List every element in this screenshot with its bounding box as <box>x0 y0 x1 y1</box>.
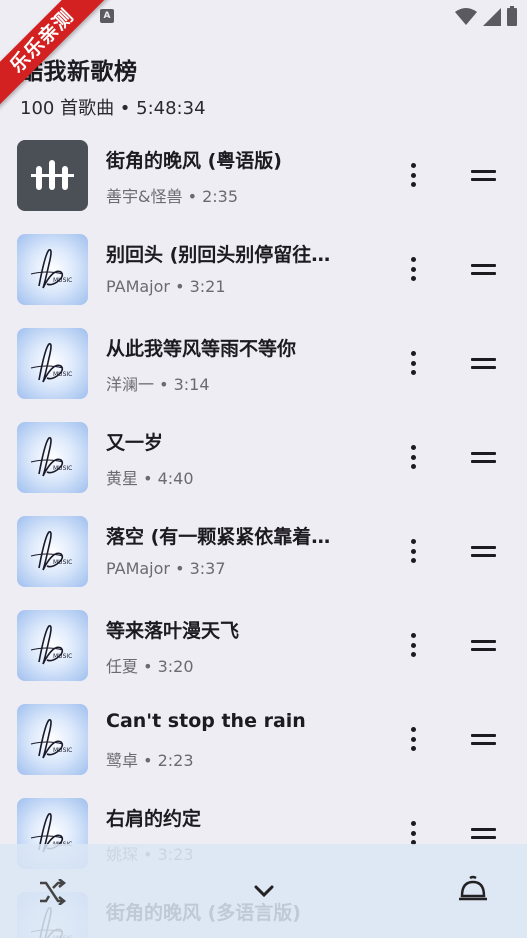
song-list: 街角的晚风 (粤语版) 善宇&怪兽 • 2:35 MUSIC 别回头 (别回头别停留往… <box>0 128 527 938</box>
album-cover: MUSIC <box>17 328 88 399</box>
drag-handle-icon[interactable] <box>471 452 496 463</box>
song-row[interactable]: MUSIC 别回头 (别回头别停留往… PAMajor • 3:21 <box>0 222 527 316</box>
album-cover: MUSIC <box>17 422 88 493</box>
drag-handle-icon[interactable] <box>471 170 496 181</box>
more-options-icon[interactable] <box>402 348 424 378</box>
equalizer-icon <box>31 160 74 190</box>
battery-icon <box>507 6 517 26</box>
song-title: 从此我等风等雨不等你 <box>106 338 297 360</box>
playlist-title: 酷我新歌榜 <box>20 59 138 85</box>
song-meta: PAMajor • 3:37 <box>106 559 226 578</box>
song-meta: 任夏 • 3:20 <box>106 657 194 676</box>
more-options-icon[interactable] <box>402 254 424 284</box>
more-options-icon[interactable] <box>402 630 424 660</box>
song-row[interactable]: MUSIC Can't stop the rain 鹭卓 • 2:23 <box>0 692 527 786</box>
drag-handle-icon[interactable] <box>471 358 496 369</box>
playlist-subtitle: 100 首歌曲 • 5:48:34 <box>20 98 206 119</box>
more-options-icon[interactable] <box>402 536 424 566</box>
cover-text: MUSIC <box>53 559 72 566</box>
bottom-player-bar <box>0 844 527 938</box>
wifi-icon <box>455 8 477 25</box>
song-row[interactable]: MUSIC 又一岁黄星 • 4:40 <box>0 410 527 504</box>
music-logo-icon: MUSIC <box>30 718 72 759</box>
cover-text: MUSIC <box>53 747 72 754</box>
song-title: 又一岁 <box>106 432 164 454</box>
drag-handle-icon[interactable] <box>471 640 496 651</box>
more-options-icon[interactable] <box>402 442 424 472</box>
cover-text: MUSIC <box>53 465 72 472</box>
song-meta: 黄星 • 4:40 <box>106 469 194 488</box>
song-meta: 善宇&怪兽 • 2:35 <box>106 187 239 206</box>
more-options-icon[interactable] <box>402 724 424 754</box>
song-title: 街角的晚风 (粤语版) <box>106 150 282 172</box>
cover-text: MUSIC <box>53 653 72 660</box>
music-logo-icon: MUSIC <box>30 624 72 665</box>
notification-a-icon: A <box>100 9 114 23</box>
drag-handle-icon[interactable] <box>471 264 496 275</box>
cover-text: MUSIC <box>53 371 72 378</box>
song-meta: PAMajor • 3:21 <box>106 277 226 296</box>
now-playing-cover <box>17 140 88 211</box>
music-logo-icon: MUSIC <box>30 436 72 477</box>
drag-handle-icon[interactable] <box>471 828 496 839</box>
song-row[interactable]: 街角的晚风 (粤语版) 善宇&怪兽 • 2:35 <box>0 128 527 222</box>
song-meta: 洋澜一 • 3:14 <box>106 375 210 394</box>
drag-handle-icon[interactable] <box>471 734 496 745</box>
song-title: 等来落叶漫天飞 <box>106 620 240 642</box>
signal-icon <box>483 8 501 26</box>
queue-bell-icon[interactable] <box>458 874 488 902</box>
song-title: Can't stop the rain <box>106 710 306 732</box>
song-meta: 鹭卓 • 2:23 <box>106 751 194 770</box>
song-row[interactable]: MUSIC 落空 (有一颗紧紧依靠着… PAMajor • 3:37 <box>0 504 527 598</box>
playlist-header: 酷我新歌榜 100 首歌曲 • 5:48:34 <box>20 52 206 120</box>
album-cover: MUSIC <box>17 234 88 305</box>
music-logo-icon: MUSIC <box>30 530 72 571</box>
song-row[interactable]: MUSIC 从此我等风等雨不等你 洋澜一 • 3:14 <box>0 316 527 410</box>
song-title: 右肩的约定 <box>106 808 202 830</box>
drag-handle-icon[interactable] <box>471 546 496 557</box>
more-options-icon[interactable] <box>402 160 424 190</box>
chevron-down-icon[interactable] <box>253 884 275 898</box>
song-row[interactable]: MUSIC 等来落叶漫天飞 任夏 • 3:20 <box>0 598 527 692</box>
album-cover: MUSIC <box>17 610 88 681</box>
song-title: 落空 (有一颗紧紧依靠着… <box>106 526 331 548</box>
album-cover: MUSIC <box>17 516 88 587</box>
music-logo-icon: MUSIC <box>30 342 72 383</box>
cover-text: MUSIC <box>53 277 72 284</box>
song-title: 别回头 (别回头别停留往… <box>106 244 331 266</box>
music-logo-icon: MUSIC <box>30 248 72 289</box>
album-cover: MUSIC <box>17 704 88 775</box>
shuffle-icon[interactable] <box>38 879 66 905</box>
